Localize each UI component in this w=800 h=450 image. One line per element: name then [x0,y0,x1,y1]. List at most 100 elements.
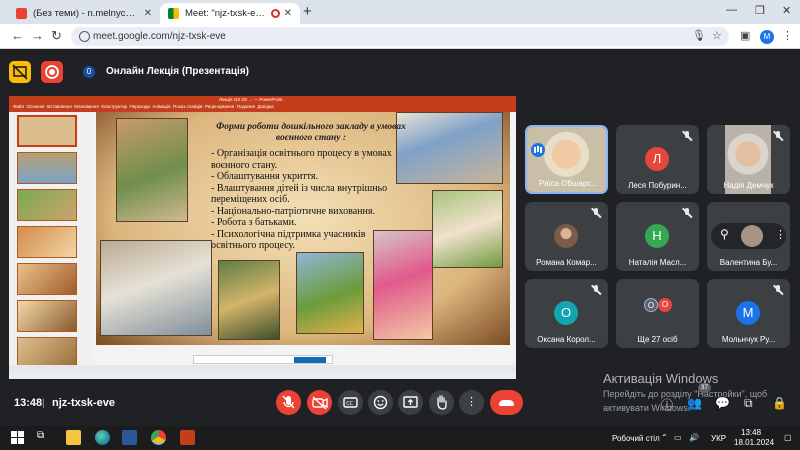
participant-tile[interactable]: Раїса Обшарс... [525,125,608,194]
participant-tile[interactable]: М Мольнчук Ру... [707,279,790,348]
presentation-mode-icon[interactable] [9,61,31,83]
new-tab-button[interactable]: + [303,3,312,20]
site-info-icon[interactable] [79,31,90,42]
file-explorer-icon[interactable] [66,430,81,445]
participant-name: Ще 27 осіб [637,335,678,344]
ribbon-title: Лекція ОЗ ЗО ... — PowerPoint [219,97,283,102]
slide-thumbnail[interactable] [17,115,77,147]
bullet: - Облаштування укриття. [211,171,319,182]
slide-photo [296,252,364,334]
minimize-button[interactable]: — [726,4,737,16]
present-screen-icon [403,396,418,408]
slide-photo [116,118,188,222]
app-icon[interactable] [180,430,195,445]
info-icon[interactable]: ⓘ [661,396,673,413]
notification-icon[interactable]: ▢ [784,433,792,442]
raise-hand-button[interactable] [429,390,454,415]
maximize-button[interactable]: ❐ [755,4,765,17]
tile-hover-controls: ⚲ ⋮ [711,223,786,249]
bookmark-star-icon[interactable]: ☆ [712,29,722,42]
activities-icon[interactable]: ⧉ [744,396,753,411]
slide-thumbnail[interactable] [17,226,77,258]
avatar: О [658,298,672,312]
sidepanel-icon[interactable]: ▣ [740,29,750,42]
camera-toggle-button[interactable] [307,390,332,415]
notice-button [294,357,326,363]
volume-icon[interactable]: 🔊 [689,433,699,442]
chrome-icon[interactable] [151,430,166,445]
workspace-label[interactable]: Робочий стіл [612,434,660,443]
participant-tile-more[interactable]: О О Ще 27 осіб [616,279,699,348]
participant-tile[interactable]: Романа Комар... [525,202,608,271]
mic-off-icon [282,395,295,409]
shared-taskbar [9,371,516,379]
mic-off-icon [682,131,692,141]
edge-icon[interactable] [95,430,110,445]
taskbar-clock-time[interactable]: 13:48 [741,428,761,437]
host-controls-icon[interactable]: 🔒 [772,396,787,410]
avatar: Л [645,147,669,171]
close-icon[interactable]: ✕ [144,8,152,19]
people-icon[interactable]: 👥 [687,396,702,410]
participant-tile[interactable]: Л Леся Побурин... [616,125,699,194]
participant-name: Валентина Бу... [719,258,778,267]
chat-icon[interactable]: 💬 [715,396,730,410]
reactions-button[interactable] [368,390,393,415]
ribbon-menu: Файл Основне Вставлення Малювання Констр… [13,104,274,109]
participant-tile[interactable]: О Оксана Корол... [525,279,608,348]
slide-thumbnails [9,112,94,369]
bullet: - Робота з батьками. [211,217,297,228]
meeting-code: njz-txsk-eve [52,397,115,409]
more-options-icon[interactable]: ⋮ [775,228,786,241]
mic-toggle-button[interactable] [276,390,301,415]
tab-meet[interactable]: Meet: "njz-txsk-eve" ✕ [160,3,300,24]
present-button[interactable] [398,390,423,415]
more-options-icon: ⋮ [466,396,477,408]
leave-call-button[interactable] [490,390,523,415]
slide-photo [100,240,212,336]
participant-tile[interactable]: Надія Демчук [707,125,790,194]
microphone-icon[interactable]: 🎙 [692,29,706,42]
tab-title: Meet: "njz-txsk-eve" [185,8,268,19]
avatar: Н [645,224,669,248]
avatar: М [736,301,760,325]
participant-name: Надія Демчук [723,181,774,190]
slide-title: Форми роботи дошкільного закладу в умова… [216,122,406,143]
task-view-icon[interactable]: ⧉ [37,430,52,445]
windows-start-icon[interactable] [10,430,25,445]
slide-thumbnail[interactable] [17,263,77,295]
profile-avatar[interactable]: M [760,30,774,44]
forward-button[interactable]: → [31,29,44,43]
close-window-button[interactable]: ✕ [782,4,791,17]
participant-name: Оксана Корол... [537,335,596,344]
powerpoint-ribbon: Файл Основне Вставлення Малювання Констр… [9,96,516,112]
tab-gmail[interactable]: (Без теми) - n.melnychuk@ippo... ✕ [8,3,160,24]
avatar [554,224,578,248]
reload-button[interactable]: ↻ [51,29,62,43]
language-indicator[interactable]: УКР [711,434,726,443]
network-icon[interactable]: ▭ [674,433,682,442]
slide-thumbnail[interactable] [17,189,77,221]
participant-tile[interactable]: ⚲ ⋮ Валентина Бу... [707,202,790,271]
pin-icon[interactable]: ⚲ [720,227,729,241]
captions-button[interactable]: CC [338,390,363,415]
bullet: - Національно-патріотичне виховання. [211,205,375,217]
svg-text:CC: CC [346,401,353,407]
word-icon[interactable] [122,430,137,445]
browser-tab-strip: (Без теми) - n.melnychuk@ippo... ✕ Meet:… [0,0,800,24]
camera-off-icon [312,396,328,410]
browser-toolbar: ← → ↻ meet.google.com/njz-txsk-eve 🎙 ☆ ▣… [0,24,800,49]
back-button[interactable]: ← [11,29,24,43]
tray-arrow-icon[interactable]: ⌃ [661,433,668,442]
recording-icon [270,9,280,18]
menu-dots-icon[interactable]: ⋮ [782,29,793,42]
more-options-button[interactable]: ⋮ [459,390,484,415]
address-bar[interactable]: meet.google.com/njz-txsk-eve [71,27,729,46]
slide-thumbnail[interactable] [17,152,77,184]
participant-tile[interactable]: Н Наталія Масл... [616,202,699,271]
recording-button[interactable] [41,61,63,83]
taskbar-clock-date[interactable]: 18.01.2024 [734,438,774,447]
avatar: О [644,298,658,312]
slide-thumbnail[interactable] [17,300,77,332]
close-icon[interactable]: ✕ [284,8,292,19]
